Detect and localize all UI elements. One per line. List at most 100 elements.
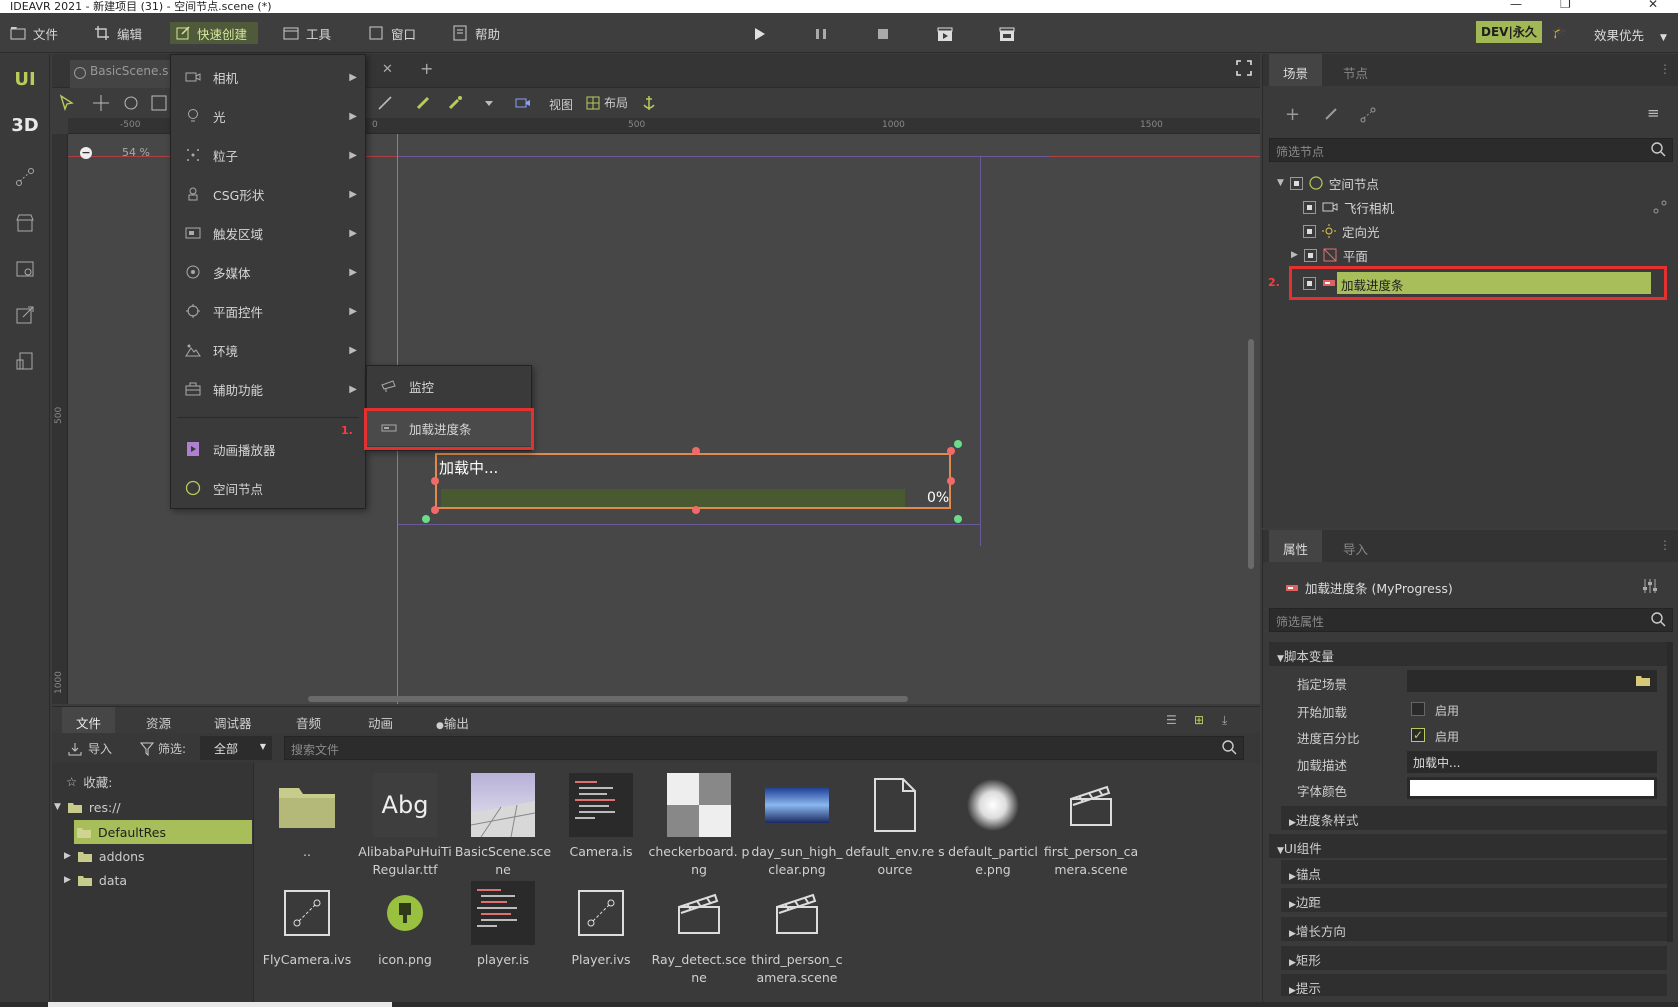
resize-handle[interactable]: [692, 506, 700, 514]
menu-item-environment[interactable]: 环境 ▶: [171, 335, 365, 365]
show-percent-checkbox[interactable]: ✓: [1411, 728, 1425, 742]
menu-file[interactable]: 文件: [4, 22, 64, 44]
menu-tools[interactable]: 工具: [277, 22, 337, 44]
scale-icon[interactable]: [150, 94, 170, 112]
close-tab-icon[interactable]: ✕: [382, 62, 393, 77]
grid-view-icon[interactable]: ⊞: [1194, 713, 1204, 727]
link-icon[interactable]: [1323, 106, 1339, 122]
3d-mode-button[interactable]: 3D: [8, 108, 42, 142]
start-loading-checkbox[interactable]: [1411, 702, 1425, 716]
resize-handle[interactable]: [431, 477, 439, 485]
tab-debugger[interactable]: 调试器: [200, 707, 266, 733]
clapper-play-icon[interactable]: [936, 25, 954, 43]
menu-window[interactable]: 窗口: [362, 22, 422, 44]
folder-open-icon[interactable]: [1635, 673, 1651, 687]
more-vertical-icon[interactable]: ⋮: [1659, 538, 1671, 552]
tab-node[interactable]: 节点: [1329, 54, 1382, 86]
section-rect[interactable]: ▶矩形: [1281, 946, 1667, 970]
visibility-toggle[interactable]: [1303, 224, 1316, 238]
description-field[interactable]: 加载中...: [1407, 751, 1657, 773]
snap-options-icon[interactable]: [480, 94, 500, 112]
add-node-icon[interactable]: +: [1285, 104, 1300, 125]
font-color-field[interactable]: [1407, 777, 1657, 799]
script-attached-icon[interactable]: [1653, 200, 1667, 214]
clapper-icon[interactable]: [998, 25, 1016, 43]
visibility-toggle[interactable]: [1303, 248, 1317, 262]
file-search-input[interactable]: 搜索文件: [284, 736, 1244, 760]
list-view-icon[interactable]: ☰: [1166, 713, 1177, 727]
file-item[interactable]: Ray_detect.sce ne: [648, 881, 750, 991]
selected-node-label[interactable]: 加载进度条: [1337, 272, 1651, 294]
tab-scene[interactable]: 场景: [1269, 54, 1323, 86]
node-graph-icon[interactable]: [8, 160, 42, 194]
select-icon[interactable]: [58, 94, 78, 112]
store-icon[interactable]: [8, 206, 42, 240]
tab-import[interactable]: 导入: [1329, 530, 1382, 562]
menu-item-ui-controls[interactable]: 平面控件 ▶: [171, 296, 365, 326]
file-item[interactable]: Abg AlibabaPuHuiTi Regular.ttf: [354, 773, 456, 883]
file-item[interactable]: Camera.is: [550, 773, 652, 883]
file-item[interactable]: first_person_ca mera.scene: [1040, 773, 1142, 883]
tab-properties[interactable]: 属性: [1269, 530, 1323, 562]
resize-handle[interactable]: [692, 447, 700, 455]
menu-edit[interactable]: 编辑: [88, 22, 148, 44]
minimize-icon[interactable]: —: [1510, 0, 1522, 11]
file-item[interactable]: third_person_c amera.scene: [746, 881, 848, 991]
section-margin[interactable]: ▶边距: [1281, 888, 1667, 912]
tab-output[interactable]: ●输出: [422, 707, 483, 733]
filter-select[interactable]: 全部 ▼: [200, 736, 272, 760]
file-item[interactable]: checkerboard. png: [648, 773, 750, 883]
tree-data[interactable]: ▶ data: [64, 869, 127, 891]
vertical-scrollbar[interactable]: [1248, 339, 1254, 569]
anchor-handle[interactable]: [422, 515, 430, 523]
import-button[interactable]: 导入: [68, 740, 112, 757]
menu-item-csg[interactable]: CSG形状 ▶: [171, 179, 365, 209]
device-icon[interactable]: [8, 344, 42, 378]
tree-node-directional-light[interactable]: 定向光: [1303, 220, 1380, 242]
file-item[interactable]: Player.ivs: [550, 881, 652, 991]
render-quality-select[interactable]: 效果优先 ▼: [1594, 25, 1667, 44]
tree-node-fly-camera[interactable]: 飞行相机: [1303, 196, 1394, 218]
horizontal-scrollbar[interactable]: [308, 696, 908, 702]
file-item[interactable]: icon.png: [354, 881, 456, 991]
file-item[interactable]: default_env.re source: [844, 773, 946, 883]
anchor-handle[interactable]: [954, 440, 962, 448]
tab-resources[interactable]: 资源: [132, 707, 185, 733]
resize-handle[interactable]: [947, 447, 955, 455]
layout-menu[interactable]: 布局: [586, 94, 628, 111]
favorites[interactable]: ☆ 收藏:: [66, 770, 112, 792]
settings-panel-icon[interactable]: [8, 252, 42, 286]
menu-item-trigger[interactable]: 触发区域 ▶: [171, 218, 365, 248]
graduation-cap-icon[interactable]: 🎓: [1552, 25, 1567, 39]
tree-node-plane[interactable]: ▶ 平面: [1291, 244, 1368, 266]
list-menu-icon[interactable]: ≡: [1647, 104, 1660, 122]
menu-item-spatial-node[interactable]: 空间节点: [171, 473, 365, 503]
expand-arrow-icon[interactable]: ▶: [1291, 250, 1298, 260]
section-tooltip[interactable]: ▶提示: [1281, 974, 1667, 996]
tab-audio[interactable]: 音频: [282, 707, 335, 733]
properties-scrollbar[interactable]: [1667, 642, 1673, 942]
menu-item-light[interactable]: 光 ▶: [171, 101, 365, 131]
section-grow-direction[interactable]: ▶增长方向: [1281, 917, 1667, 941]
tab-files[interactable]: 文件: [62, 707, 116, 733]
menu-item-camera[interactable]: 相机 ▶: [171, 62, 365, 92]
fullscreen-icon[interactable]: [1236, 60, 1252, 76]
tab-animation[interactable]: 动画: [354, 707, 407, 733]
instance-icon[interactable]: [1359, 106, 1377, 124]
scene-path-field[interactable]: [1407, 670, 1657, 692]
file-item[interactable]: day_sun_high_ clear.png: [746, 773, 848, 883]
adjust-settings-icon[interactable]: [1641, 578, 1659, 594]
view-menu[interactable]: 视图: [549, 96, 573, 113]
property-filter-input[interactable]: 筛选属性: [1269, 608, 1673, 632]
section-anchor[interactable]: ▶锚点: [1281, 860, 1667, 884]
node-filter-input[interactable]: 筛选节点: [1269, 138, 1673, 162]
play-icon[interactable]: [750, 25, 768, 43]
restore-icon[interactable]: ❐: [1560, 0, 1571, 11]
more-vertical-icon[interactable]: ⋮: [1659, 62, 1671, 76]
file-item[interactable]: BasicScene.sce ne: [452, 773, 554, 883]
tree-node-loading-bar[interactable]: [1303, 272, 1336, 294]
submenu-item-monitor[interactable]: 监控: [367, 368, 531, 404]
skeleton-icon[interactable]: [376, 94, 396, 112]
tree-defaultres[interactable]: DefaultRes: [76, 821, 166, 843]
tree-addons[interactable]: ▶ addons: [64, 845, 145, 867]
